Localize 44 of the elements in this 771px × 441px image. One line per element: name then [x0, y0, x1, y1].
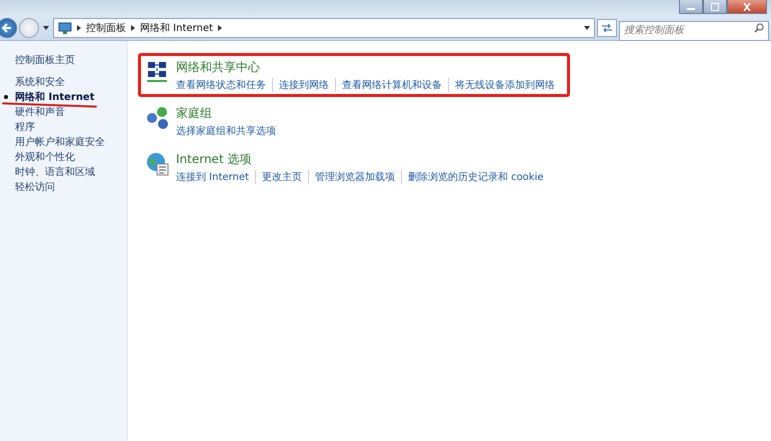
task-link[interactable]: 管理浏览器加载项	[308, 170, 401, 184]
task-link[interactable]: 连接到 Internet	[176, 170, 255, 184]
sidebar-item[interactable]: 时钟、语言和区域	[15, 165, 95, 179]
task-link[interactable]: 连接到网络	[272, 78, 335, 92]
minimize-button[interactable]	[679, 0, 703, 14]
maximize-icon	[710, 2, 720, 10]
category-title[interactable]: 家庭组	[176, 105, 282, 122]
dropdown-icon[interactable]	[43, 26, 49, 30]
category-title[interactable]: Internet 选项	[176, 151, 550, 168]
refresh-icon	[601, 23, 613, 33]
refresh-button[interactable]	[597, 19, 617, 37]
close-button[interactable]	[727, 0, 767, 14]
search-field[interactable]: 搜索控制面板	[619, 20, 769, 40]
globe-icon	[145, 151, 171, 177]
breadcrumb[interactable]: 网络和 Internet	[140, 21, 213, 35]
task-link[interactable]: 更改主页	[254, 170, 308, 184]
sidebar-item[interactable]: 系统和安全	[15, 75, 65, 89]
task-link[interactable]: 查看网络计算机和设备	[335, 78, 448, 92]
search-icon	[754, 23, 764, 33]
task-link[interactable]: 删除浏览的历史记录和 cookie	[400, 170, 550, 184]
close-icon	[742, 2, 752, 10]
arrow-left-icon	[1, 22, 13, 34]
chevron-icon	[131, 25, 135, 31]
maximize-button[interactable]	[703, 0, 727, 14]
task-link[interactable]: 查看网络状态和任务	[176, 78, 272, 92]
sidebar-item[interactable]: 网络和 Internet	[15, 90, 94, 104]
task-link[interactable]: 将无线设备添加到网络	[448, 78, 561, 92]
bullet-icon	[4, 95, 8, 99]
sidebar-item[interactable]: 轻松访问	[15, 180, 55, 194]
sidebar-item[interactable]: 用户帐户和家庭安全	[15, 135, 105, 149]
back-button[interactable]	[0, 18, 17, 38]
people-icon	[145, 105, 171, 131]
chevron-icon	[77, 25, 81, 31]
sidebar-item[interactable]: 外观和个性化	[15, 150, 75, 164]
monitor-icon	[58, 22, 72, 34]
address-bar[interactable]: 控制面板 网络和 Internet	[53, 18, 595, 38]
chevron-icon	[218, 25, 222, 31]
sidebar-link[interactable]: 控制面板主页	[15, 53, 127, 67]
dropdown-icon[interactable]	[584, 26, 590, 30]
task-link[interactable]: 选择家庭组和共享选项	[176, 124, 282, 138]
sidebar-item[interactable]: 硬件和声音	[15, 105, 65, 119]
breadcrumb[interactable]: 控制面板	[86, 21, 126, 35]
category-title[interactable]: 网络和共享中心	[176, 59, 561, 76]
sidebar-item[interactable]: 程序	[15, 120, 35, 134]
